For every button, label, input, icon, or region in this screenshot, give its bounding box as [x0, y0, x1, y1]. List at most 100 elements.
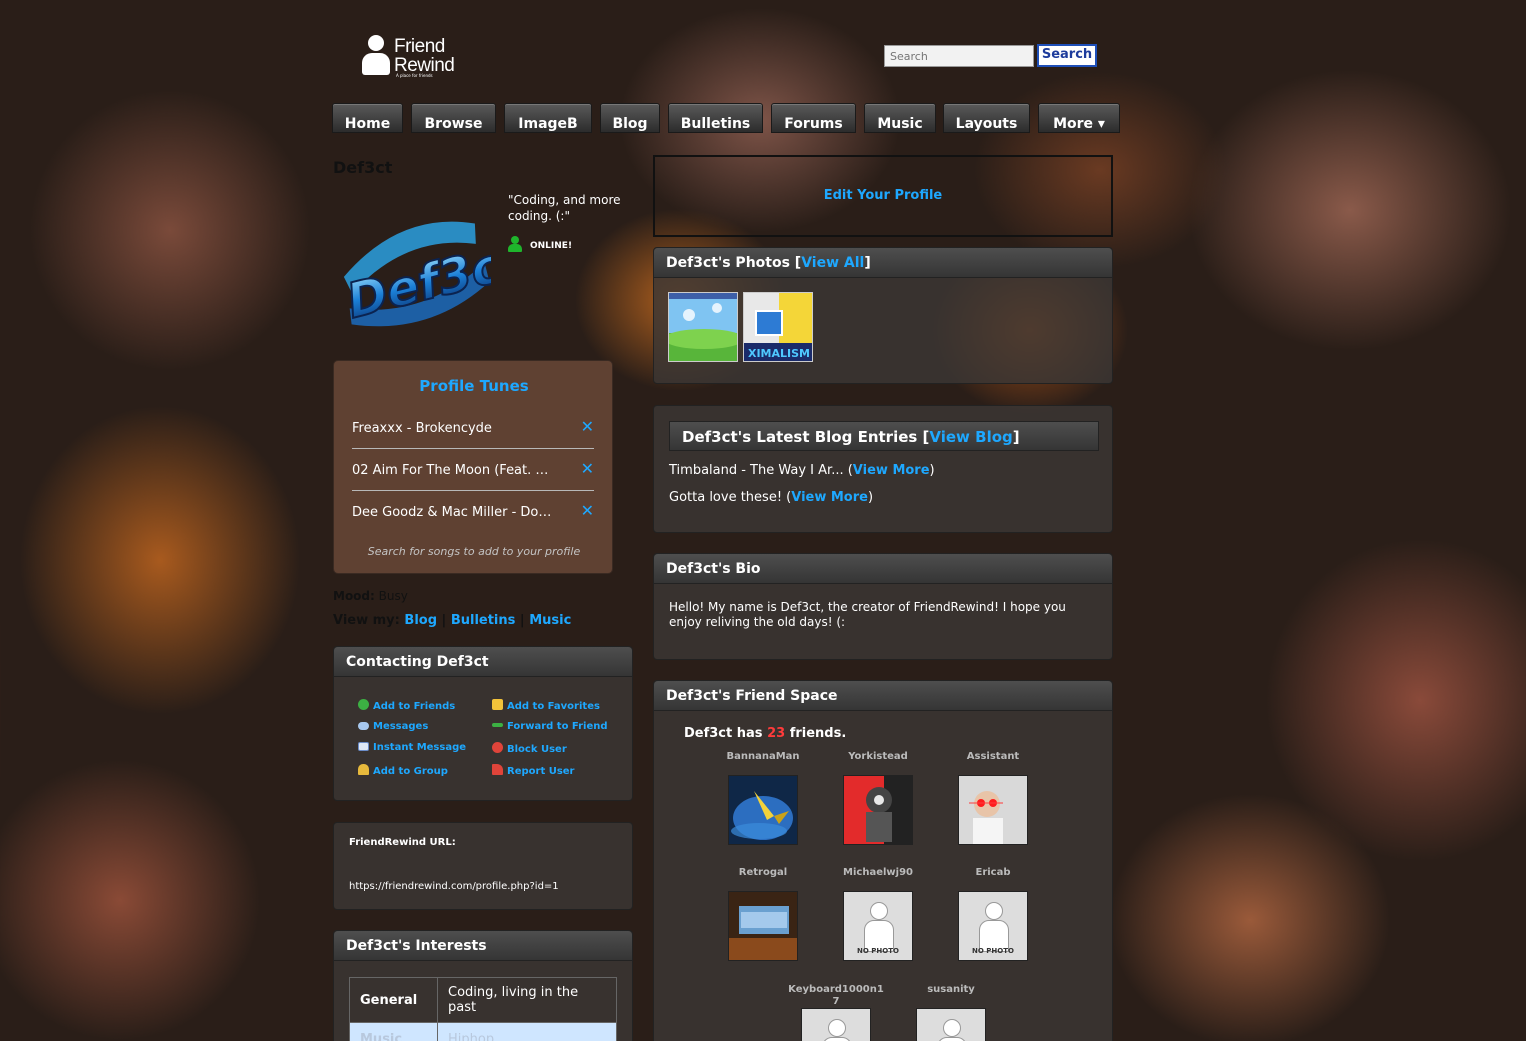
view-my-bulletins-link[interactable]: Bulletins	[451, 613, 516, 628]
view-blog-link[interactable]: View Blog	[929, 428, 1012, 446]
add-to-friends-link[interactable]: Add to Friends	[358, 699, 455, 712]
nav-forums[interactable]: Forums	[771, 103, 856, 133]
blog-entry: Timbaland - The Way I Ar... (View More)	[669, 463, 935, 478]
tune-search-hint[interactable]: Search for songs to add to your profile	[334, 545, 614, 558]
friend-name[interactable]: Ericab	[943, 867, 1043, 891]
remove-tune-icon[interactable]: ✕	[581, 459, 594, 478]
view-more-link[interactable]: View More	[791, 490, 868, 505]
nav-home[interactable]: Home	[332, 103, 403, 133]
tune-item[interactable]: Dee Goodz & Mac Miller - Doobie Brothers…	[352, 493, 594, 533]
friend-card[interactable]: susanity NO PHOTO	[901, 984, 1001, 1041]
blog-entry: Gotta love these! (View More)	[669, 490, 874, 505]
add-friend-icon	[358, 699, 369, 710]
profile-avatar[interactable]: Def3ct	[335, 200, 531, 346]
tune-item[interactable]: Freaxxx - Brokencyde ✕	[352, 409, 594, 449]
interest-key: General	[349, 977, 438, 1023]
friend-card[interactable]: Ericab NO PHOTO	[943, 867, 1043, 961]
nav-layouts[interactable]: Layouts	[943, 103, 1030, 133]
view-my-music-link[interactable]: Music	[529, 613, 571, 628]
url-label: FriendRewind URL:	[349, 837, 456, 848]
friend-photo[interactable]	[728, 891, 798, 961]
url-value[interactable]: https://friendrewind.com/profile.php?id=…	[349, 881, 559, 892]
friend-space-title: Def3ct's Friend Space	[654, 681, 1112, 711]
friend-photo[interactable]: NO PHOTO	[916, 1008, 986, 1041]
view-my-row: View my: Blog | Bulletins | Music	[333, 613, 571, 628]
no-photo-placeholder-icon: NO PHOTO	[917, 1009, 985, 1041]
nav-browse[interactable]: Browse	[411, 103, 496, 133]
remove-tune-icon[interactable]: ✕	[581, 501, 594, 520]
online-text: ONLINE!	[530, 241, 573, 251]
friend-photo[interactable]: NO PHOTO	[843, 891, 913, 961]
message-icon	[358, 722, 369, 730]
friend-photo[interactable]	[728, 775, 798, 845]
photo-thumbnail[interactable]	[668, 292, 738, 362]
friend-count-number[interactable]: 23	[767, 726, 785, 741]
search-input[interactable]	[884, 45, 1034, 67]
friend-name[interactable]: Michaelwj90	[828, 867, 928, 891]
bio-text: Hello! My name is Def3ct, the creator of…	[669, 600, 1066, 629]
friendrewind-logo[interactable]: Friend Rewind A place for friends	[360, 35, 470, 79]
report-icon	[492, 764, 503, 775]
view-all-photos-link[interactable]: View All	[801, 255, 864, 271]
friend-name[interactable]: susanity	[901, 984, 1001, 1008]
friend-photo[interactable]	[843, 775, 913, 845]
view-my-blog-link[interactable]: Blog	[404, 613, 437, 628]
remove-tune-icon[interactable]: ✕	[581, 417, 594, 436]
friend-photo[interactable]: NO PHOTO	[801, 1008, 871, 1041]
bio-title: Def3ct's Bio	[654, 554, 1112, 584]
view-more-link[interactable]: View More	[853, 463, 930, 478]
nav-more[interactable]: More ▾	[1038, 103, 1120, 133]
tune-name[interactable]: 02 Aim For The Moon (Feat. Quavo)	[352, 463, 557, 478]
interests-title: Def3ct's Interests	[334, 931, 632, 961]
interest-value: Coding, living in the past	[437, 977, 617, 1023]
nav-bulletins[interactable]: Bulletins	[668, 103, 763, 133]
interest-value: Hiphop	[437, 1022, 617, 1041]
friend-card[interactable]: Yorkistead	[828, 751, 928, 845]
friend-photo[interactable]: NO PHOTO	[958, 891, 1028, 961]
no-photo-placeholder-icon: NO PHOTO	[959, 892, 1027, 960]
add-to-group-link[interactable]: Add to Group	[358, 764, 448, 777]
friend-card[interactable]: Keyboard1000n17 NO PHOTO	[786, 984, 886, 1041]
edit-profile-link[interactable]: Edit Your Profile	[655, 188, 1111, 203]
forward-to-friend-link[interactable]: Forward to Friend	[492, 721, 608, 732]
logo-person-icon	[360, 35, 392, 75]
instant-message-link[interactable]: Instant Message	[358, 742, 466, 753]
friend-card[interactable]: Assistant	[943, 751, 1043, 845]
friend-card[interactable]: BannanaMan	[713, 751, 813, 845]
friend-name[interactable]: BannanaMan	[713, 751, 813, 775]
mood-label: Mood:	[333, 589, 375, 603]
tune-name[interactable]: Freaxxx - Brokencyde	[352, 421, 557, 436]
report-user-link[interactable]: Report User	[492, 764, 575, 777]
add-to-favorites-link[interactable]: Add to Favorites	[492, 699, 600, 712]
messages-link[interactable]: Messages	[358, 721, 428, 732]
interests-table: General Coding, living in the past Music…	[349, 977, 617, 1041]
friend-photo[interactable]	[958, 775, 1028, 845]
block-user-link[interactable]: Block User	[492, 742, 567, 755]
nav-blog[interactable]: Blog	[600, 103, 660, 133]
contacting-panel: Contacting Def3ct Add to Friends Message…	[333, 646, 633, 801]
nav-imageb[interactable]: ImageB	[504, 103, 592, 133]
friend-name[interactable]: Keyboard1000n17	[786, 984, 886, 1008]
mood-value: Busy	[378, 589, 408, 603]
friend-name[interactable]: Assistant	[943, 751, 1043, 775]
view-my-label: View my:	[333, 613, 400, 628]
interests-panel: Def3ct's Interests General Coding, livin…	[333, 930, 633, 1041]
friend-card[interactable]: Retrogal	[713, 867, 813, 961]
blog-title: Def3ct's Latest Blog Entries [View Blog]	[669, 421, 1099, 451]
friend-name[interactable]: Yorkistead	[828, 751, 928, 775]
tune-name[interactable]: Dee Goodz & Mac Miller - Doobie Brothers	[352, 505, 557, 520]
no-photo-placeholder-icon: NO PHOTO	[844, 892, 912, 960]
interest-key: Music	[349, 1022, 438, 1041]
favorites-icon	[492, 699, 503, 710]
edit-profile-box: Edit Your Profile	[653, 155, 1113, 237]
nav-music[interactable]: Music	[864, 103, 936, 133]
friend-card[interactable]: Michaelwj90 NO PHOTO	[828, 867, 928, 961]
mood-row: Mood: Busy	[333, 589, 408, 603]
photos-title: Def3ct's Photos [View All]	[654, 248, 1112, 278]
tune-item[interactable]: 02 Aim For The Moon (Feat. Quavo) ✕	[352, 451, 594, 491]
search-button[interactable]: Search	[1037, 44, 1097, 67]
photo-thumbnail[interactable]: XIMALISM	[743, 292, 813, 362]
friend-name[interactable]: Retrogal	[713, 867, 813, 891]
profile-name: Def3ct	[333, 158, 393, 177]
logo-text: Friend Rewind	[394, 36, 455, 76]
